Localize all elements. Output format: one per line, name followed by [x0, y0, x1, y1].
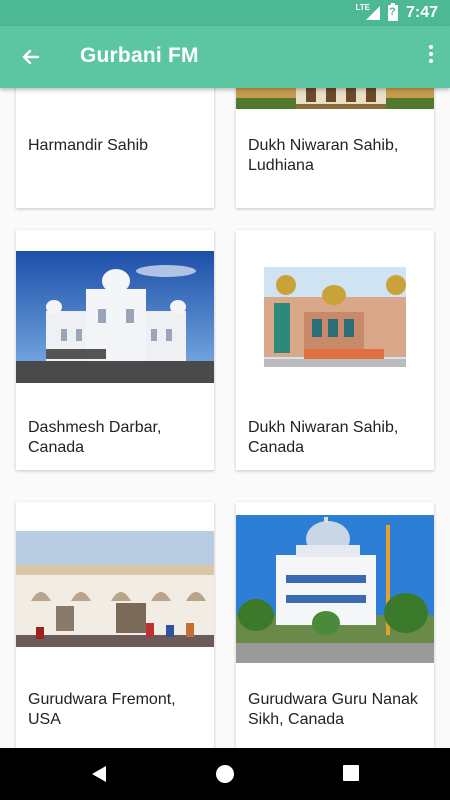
gurudwara-image [236, 88, 434, 109]
card-title: Harmandir Sahib [28, 137, 149, 154]
signal-icon [366, 6, 380, 20]
card-gurudwara-fremont[interactable]: Gurudwara Fremont, USA [16, 502, 214, 748]
card-title: Gurudwara Fremont, USA [28, 691, 176, 728]
gurudwara-image [236, 515, 434, 663]
app-bar: Gurbani FM [0, 26, 450, 88]
card-title: Gurudwara Guru Nanak Sikh, Canada [248, 691, 418, 728]
card-dashmesh-darbar[interactable]: Dashmesh Darbar, Canada [16, 230, 214, 470]
system-nav-bar [0, 748, 450, 800]
card-dukh-niwaran-ludhiana[interactable]: Dukh Niwaran Sahib, Ludhiana [236, 88, 434, 208]
card-gurudwara-guru-nanak-sikh[interactable]: Gurudwara Guru Nanak Sikh, Canada [236, 502, 434, 748]
card-title: Dashmesh Darbar, Canada [28, 419, 162, 456]
status-bar: LTE ? 7:47 [0, 0, 450, 26]
more-vertical-icon[interactable] [426, 45, 436, 69]
gurudwara-image [16, 251, 214, 383]
gurudwara-image [264, 267, 406, 367]
nav-recents-icon[interactable] [343, 765, 359, 781]
card-harmandir-sahib[interactable]: Harmandir Sahib [16, 88, 214, 208]
gurudwara-grid: Harmandir Sahib Dukh Niwaran Sahib, Ludh… [0, 88, 450, 748]
clock: 7:47 [405, 4, 438, 21]
arrow-back-icon[interactable] [14, 42, 46, 72]
nav-home-icon[interactable] [216, 765, 234, 783]
gurudwara-image [16, 531, 214, 647]
card-dukh-niwaran-canada[interactable]: Dukh Niwaran Sahib, Canada [236, 230, 434, 470]
page-title: Gurbani FM [80, 44, 199, 67]
nav-back-icon[interactable] [90, 765, 108, 783]
card-title: Dukh Niwaran Sahib, Canada [248, 419, 399, 456]
battery-icon: ? [388, 3, 398, 21]
card-title: Dukh Niwaran Sahib, Ludhiana [248, 137, 399, 174]
